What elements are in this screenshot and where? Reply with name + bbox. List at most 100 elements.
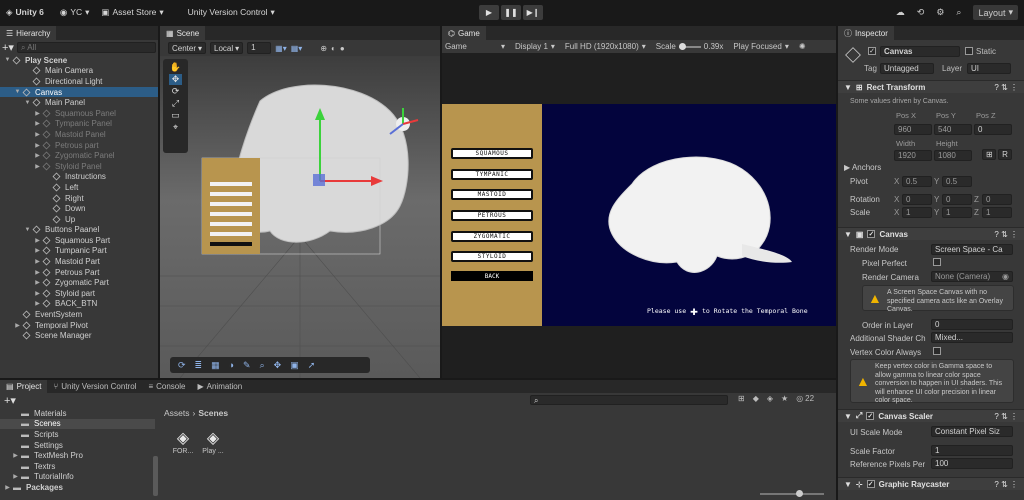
reference-pixels-input[interactable]: 100 [931, 458, 1013, 469]
object-name-input[interactable]: Canvas [880, 46, 960, 57]
tab-animation[interactable]: ▶ Animation [191, 380, 248, 393]
pivot-y-input[interactable]: 0.5 [942, 176, 972, 187]
back-button[interactable]: BACK [451, 271, 533, 281]
expand-arrow-icon[interactable]: ▶ [34, 237, 41, 244]
tab-unity-version-control[interactable]: ⑂ Unity Version Control [47, 380, 142, 393]
hierarchy-item[interactable]: ▶ Zygomatic Part [0, 277, 158, 288]
hierarchy-item[interactable]: ▶ Temporal Pivot [0, 320, 158, 331]
tab-hierarchy[interactable]: ☰ Hierarchy [0, 26, 57, 40]
game-mode-dropdown[interactable]: Game ▾ [445, 42, 505, 51]
shading-icon[interactable]: ● [340, 44, 345, 53]
layout-dropdown[interactable]: Layout ▾ [973, 5, 1018, 20]
pos-x-input[interactable]: 960 [894, 124, 932, 135]
part-button-petrous[interactable]: PETROUS [451, 210, 533, 221]
lighting-icon[interactable]: ◑ [229, 360, 234, 370]
tab-project[interactable]: ▤ Project [0, 380, 48, 393]
hierarchy-item[interactable]: EventSystem [0, 309, 158, 320]
hand-tool-icon[interactable]: ✋ [170, 62, 181, 73]
tag-dropdown[interactable]: Untagged [880, 63, 934, 74]
component-menu-icon[interactable]: ? ⇅ ⋮ [994, 480, 1018, 489]
scene-file[interactable]: ◈ Play ... [200, 430, 226, 455]
folder-item[interactable]: ▬ Materials [0, 408, 155, 419]
expand-arrow-icon[interactable]: ▶ [34, 110, 41, 117]
expand-arrow-icon[interactable]: ▶ [12, 452, 19, 459]
rect-transform-header[interactable]: ▼ ⊞ Rect Transform? ⇅ ⋮ [838, 80, 1024, 93]
component-menu-icon[interactable]: ? ⇅ ⋮ [994, 83, 1018, 92]
canvas-enabled-checkbox[interactable]: ✓ [867, 230, 876, 238]
hierarchy-item[interactable]: Scene Manager [0, 330, 158, 341]
part-button-styloid[interactable]: STYLOID [451, 251, 533, 262]
scale-y-input[interactable]: 1 [942, 207, 972, 218]
layers-icon[interactable]: ≣ [195, 360, 203, 371]
gizmo-icon[interactable]: ⊕ [320, 44, 327, 53]
scaler-enabled-checkbox[interactable]: ✓ [866, 412, 875, 420]
expand-arrow-icon[interactable]: ▶ [34, 152, 41, 159]
move-tool-icon[interactable]: ✥ [168, 74, 183, 85]
folder-item[interactable]: ▬ Textrs [0, 461, 155, 472]
layer-dropdown[interactable]: UI [967, 63, 1011, 74]
hierarchy-item[interactable]: ▼ Play Scene [0, 55, 158, 66]
hierarchy-item[interactable]: ▼ Canvas [0, 86, 158, 98]
hierarchy-item[interactable]: ▶ Mastoid Panel [0, 129, 158, 140]
expand-arrow-icon[interactable]: ▶ [34, 269, 41, 276]
play-mode-dropdown[interactable]: Play Focused ▾ [733, 42, 788, 51]
expand-arrow-icon[interactable]: ▶ [34, 247, 41, 254]
space-dropdown[interactable]: Local ▾ [210, 42, 244, 54]
search-icon[interactable]: ⌕ [260, 360, 265, 371]
pixel-perfect-checkbox[interactable] [933, 258, 941, 266]
hierarchy-item[interactable]: ▶ Petrous Part [0, 267, 158, 278]
part-button-tympanic[interactable]: TYMPANIC [451, 169, 533, 180]
scale-slider[interactable] [678, 42, 701, 50]
cloud-icon[interactable]: ☁ [896, 7, 905, 18]
history-icon[interactable]: ⟲ [917, 7, 925, 18]
expand-arrow-icon[interactable]: ▶ [4, 484, 11, 491]
display-dropdown[interactable]: Display 1 ▾ [515, 42, 555, 51]
icon-size-slider[interactable] [760, 490, 824, 497]
resolution-dropdown[interactable]: Full HD (1920x1080) ▾ [565, 42, 646, 51]
breadcrumb-scenes[interactable]: Scenes [198, 408, 228, 418]
anchors-foldout[interactable]: ▶ Anchors [844, 163, 881, 172]
search-icon[interactable]: ⌕ [956, 7, 961, 18]
hierarchy-item[interactable]: ▶ Tympanic Panel [0, 119, 158, 130]
shader-channels-dropdown[interactable]: Mixed... [931, 332, 1013, 343]
graphic-raycaster-header[interactable]: ▼ ⊹ ✓ Graphic Raycaster? ⇅ ⋮ [838, 477, 1024, 490]
move-icon[interactable]: ✥ [274, 360, 282, 371]
settings-icon[interactable]: ⚙ [936, 7, 944, 18]
expand-arrow-icon[interactable]: ▼ [24, 227, 31, 233]
scale-tool-icon[interactable]: ⤢ [172, 98, 179, 109]
blueprint-button[interactable]: ⊞ [982, 149, 996, 160]
hierarchy-item[interactable]: ▶ Squamous Panel [0, 108, 158, 119]
hierarchy-search-input[interactable]: ⌕ All [16, 41, 156, 53]
hierarchy-item[interactable]: ▶ Squamous Part [0, 235, 158, 246]
draw-mode-icon[interactable]: ◐ [331, 44, 336, 53]
expand-arrow-icon[interactable]: ▼ [24, 100, 31, 106]
pos-y-input[interactable]: 540 [934, 124, 972, 135]
folder-item[interactable]: ▶ ▬ Packages [0, 482, 155, 493]
rotate-tool-icon[interactable]: ⟳ [172, 86, 180, 97]
hierarchy-item[interactable]: Instructions [0, 172, 158, 183]
object-picker-icon[interactable]: ◉ [1002, 272, 1009, 281]
rect-tool-icon[interactable]: ▭ [171, 110, 180, 121]
snap-increment-input[interactable]: 1 [247, 42, 272, 54]
grid-icon[interactable]: ▦▾ [291, 44, 303, 53]
static-checkbox[interactable] [965, 47, 973, 55]
height-input[interactable]: 1080 [934, 150, 972, 161]
scale-z-input[interactable]: 1 [982, 207, 1012, 218]
pivot-dropdown[interactable]: Center ▾ [168, 42, 207, 54]
hierarchy-item[interactable]: ▶ Mastoid Part [0, 256, 158, 267]
unity-menu[interactable]: ◈ Unity 6 [0, 7, 50, 18]
hierarchy-item[interactable]: ▶ BACK_BTN [0, 299, 158, 310]
vertex-color-checkbox[interactable] [933, 347, 941, 355]
expand-arrow-icon[interactable]: ▶ [34, 300, 41, 307]
folder-item[interactable]: ▬ Settings [0, 440, 155, 451]
tab-scene[interactable]: ▦ Scene [160, 26, 206, 40]
expand-arrow-icon[interactable]: ▶ [34, 163, 41, 170]
scene-file[interactable]: ◈ FOR... [170, 430, 196, 455]
expand-arrow-icon[interactable]: ▶ [34, 142, 41, 149]
filter-icon[interactable]: ⊞ [738, 394, 745, 403]
hierarchy-item[interactable]: ▼ Main Panel [0, 97, 158, 108]
hierarchy-item[interactable]: ▶ Styloid Panel [0, 161, 158, 172]
rotation-z-input[interactable]: 0 [982, 194, 1012, 205]
navigation-icon[interactable]: ➚ [308, 360, 316, 371]
rotation-y-input[interactable]: 0 [942, 194, 972, 205]
